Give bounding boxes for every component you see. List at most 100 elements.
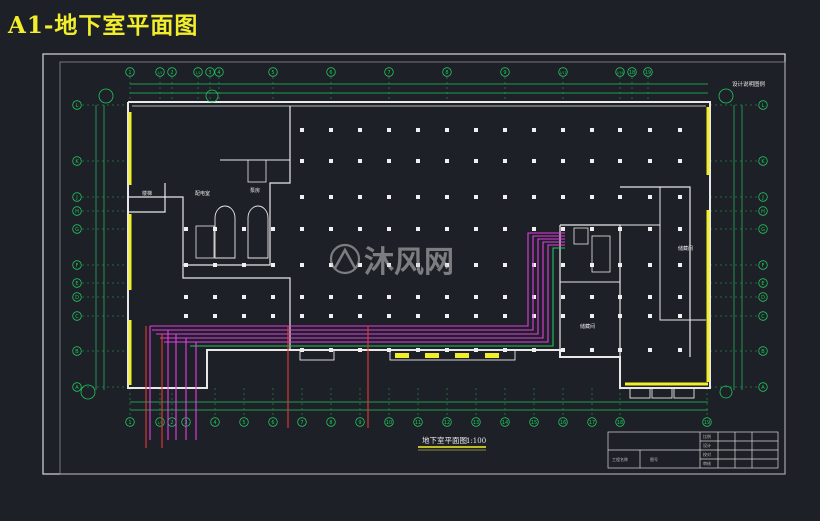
- axis-bubble-left: F: [72, 260, 82, 270]
- axis-label: D: [761, 295, 765, 301]
- structural-column: [474, 195, 478, 199]
- structural-column: [618, 227, 622, 231]
- structural-column: [184, 227, 188, 231]
- structural-column: [387, 128, 391, 132]
- axis-bubble-top: 19: [643, 67, 653, 77]
- axis-bubble-left: C: [72, 311, 82, 321]
- axis-bubble-right: J: [758, 192, 768, 202]
- structural-column: [678, 159, 682, 163]
- axis-label: F: [76, 263, 79, 269]
- drawing-title: 地下室平面图: [422, 435, 467, 445]
- structural-column: [678, 195, 682, 199]
- structural-column: [445, 159, 449, 163]
- structural-column: [271, 295, 275, 299]
- structural-column: [271, 314, 275, 318]
- structural-column: [561, 128, 565, 132]
- structural-column: [271, 263, 275, 267]
- structural-column: [184, 314, 188, 318]
- structural-column: [503, 314, 507, 318]
- structural-column: [590, 348, 594, 352]
- structural-column: [561, 159, 565, 163]
- axis-bubble-top: 1/2: [193, 67, 203, 77]
- structural-column: [300, 128, 304, 132]
- axis-label: D: [75, 295, 79, 301]
- axis-bubble-left: L: [72, 100, 82, 110]
- axis-label: 18: [629, 70, 635, 76]
- axis-label: 1: [128, 70, 131, 76]
- axis-bubble-left: D: [72, 292, 82, 302]
- structural-column: [416, 295, 420, 299]
- axis-label: 7: [387, 70, 390, 76]
- axis-label: J: [761, 195, 763, 201]
- axis-bubble-bottom: 8: [326, 417, 336, 427]
- axis-bubble-right: E: [758, 278, 768, 288]
- structural-column: [358, 159, 362, 163]
- landscape-trees: [80, 88, 734, 400]
- axis-bubble-top: 18: [627, 67, 637, 77]
- structural-column: [618, 159, 622, 163]
- structural-column: [387, 227, 391, 231]
- structural-column: [648, 195, 652, 199]
- axis-label: 14: [502, 420, 508, 426]
- structural-column: [561, 314, 565, 318]
- structural-column: [416, 314, 420, 318]
- axis-bubble-top: 3: [205, 67, 215, 77]
- axis-label: 1/2: [195, 71, 200, 75]
- axis-label: H: [761, 209, 765, 215]
- axis-label: 1/17: [559, 71, 566, 75]
- axis-label: C: [761, 314, 765, 320]
- tb-label: 校对: [703, 451, 711, 457]
- axis-label: A: [761, 385, 765, 391]
- axis-bubble-top: 1/17: [558, 67, 568, 77]
- structural-column: [300, 227, 304, 231]
- structural-column: [445, 295, 449, 299]
- structural-column: [300, 295, 304, 299]
- axis-bubble-right: G: [758, 224, 768, 234]
- axis-label: L: [76, 103, 79, 109]
- room-label: 储藏间: [580, 323, 595, 330]
- axis-label: 9: [358, 420, 361, 426]
- structural-column: [445, 195, 449, 199]
- structural-column: [532, 159, 536, 163]
- axis-bubble-right: A: [758, 382, 768, 392]
- structural-column: [300, 195, 304, 199]
- structural-column: [416, 195, 420, 199]
- floor-plan-drawing: 1 1/1 2 1/2 3 4 5 6 7 8 9 1/17 1/18 18 191 1/1 2 3 4 5 6 7 8 9 1…: [42, 53, 786, 475]
- structural-column: [618, 128, 622, 132]
- structural-column: [618, 348, 622, 352]
- structural-column: [329, 227, 333, 231]
- structural-column: [242, 227, 246, 231]
- axis-label: 17: [589, 420, 595, 426]
- axis-label: 19: [645, 70, 651, 76]
- axis-label: 2: [170, 70, 173, 76]
- structural-column: [503, 128, 507, 132]
- tb-label: 审核: [703, 460, 711, 466]
- structural-column: [503, 295, 507, 299]
- structural-column: [561, 295, 565, 299]
- axis-label: G: [75, 227, 79, 233]
- structural-column: [213, 227, 217, 231]
- axis-bubble-top: 4: [214, 67, 224, 77]
- structural-column: [329, 159, 333, 163]
- structural-column: [678, 295, 682, 299]
- structural-column: [561, 227, 565, 231]
- structural-column: [416, 128, 420, 132]
- axis-label: 1: [128, 420, 131, 426]
- structural-column: [445, 314, 449, 318]
- axis-label: 8: [329, 420, 332, 426]
- axis-label: 16: [560, 420, 566, 426]
- structural-column: [474, 159, 478, 163]
- axis-label: A: [75, 385, 79, 391]
- structural-column: [474, 295, 478, 299]
- structural-column: [648, 348, 652, 352]
- axis-label: 19: [704, 420, 710, 426]
- axis-bubble-bottom: 1: [125, 417, 135, 427]
- structural-column: [329, 314, 333, 318]
- structural-column: [590, 195, 594, 199]
- axis-bubble-right: H: [758, 206, 768, 216]
- structural-column: [474, 227, 478, 231]
- structural-column: [445, 227, 449, 231]
- structural-column: [618, 295, 622, 299]
- axis-label: 5: [242, 420, 245, 426]
- axis-label: B: [75, 349, 79, 355]
